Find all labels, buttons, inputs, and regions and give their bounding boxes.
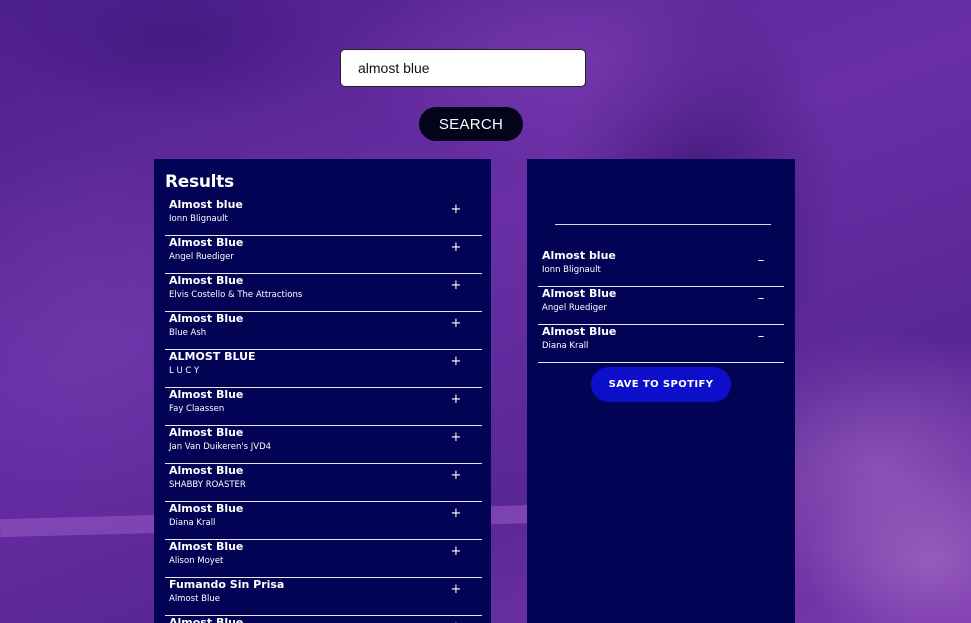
remove-track-button[interactable]: – [754,329,768,345]
track-row: ALMOST BLUE L U C Y + [165,350,482,388]
track-artist: Blue Ash [169,328,207,338]
track-row: Almost blue Ionn Blignault + [165,198,482,236]
track-row: Almost Blue Angel Ruediger – [538,287,784,325]
results-title: Results [165,172,234,192]
track-artist: Almost Blue [169,594,220,604]
track-name: ALMOST BLUE [169,350,256,363]
track-artist: Fay Claassen [169,404,225,414]
track-name: Fumando Sin Prisa [169,578,285,591]
track-artist: Jan Van Duikeren's JVD4 [169,442,272,452]
search-results-panel: Results Almost blue Ionn Blignault + Almost… [154,159,491,623]
track-row: Almost Blue Jan Van Duikeren's JVD4 + [165,426,482,464]
track-artist: SHABBY ROASTER [169,480,246,490]
track-name: Almost blue [542,249,616,262]
track-artist: Diana Krall [542,341,589,351]
track-name: Almost blue [169,198,243,211]
save-to-spotify-button[interactable]: SAVE TO SPOTIFY [591,367,731,402]
track-row: Almost Blue Alison Moyet + [165,540,482,578]
track-name: Almost Blue [542,287,617,300]
remove-track-button[interactable]: – [754,253,768,269]
track-artist: Ionn Blignault [169,214,228,224]
remove-track-button[interactable]: – [754,291,768,307]
add-track-button[interactable]: + [449,316,463,332]
track-row: Almost Blue Blue Ash + [165,312,482,350]
add-track-button[interactable]: + [449,582,463,598]
track-name: Almost Blue [169,312,244,325]
track-row: Almost Blue SHABBY ROASTER + [165,464,482,502]
track-artist: Ionn Blignault [542,265,601,275]
track-row: Almost Blue Angel Ruediger + [165,236,482,274]
track-name: Almost Blue [169,426,244,439]
track-artist: Angel Ruediger [542,303,607,313]
add-track-button[interactable]: + [449,544,463,560]
track-artist: Elvis Costello & The Attractions [169,290,303,300]
track-name: Almost Blue [542,325,617,338]
track-row: Almost Blue Fay Claassen + [165,388,482,426]
playlist-name-input[interactable] [555,189,771,225]
search-button[interactable]: SEARCH [419,107,523,141]
track-artist: L U C Y [169,366,200,376]
add-track-button[interactable]: + [449,468,463,484]
track-name: Almost Blue [169,236,244,249]
track-name: Almost Blue [169,616,244,623]
track-artist: Diana Krall [169,518,216,528]
track-name: Almost Blue [169,388,244,401]
results-track-list: Almost blue Ionn Blignault + Almost Blue Ang… [165,198,482,623]
playlist-track-list: Almost blue Ionn Blignault – Almost Blue Ang… [538,249,784,363]
add-track-button[interactable]: + [449,354,463,370]
track-name: Almost Blue [169,464,244,477]
track-name: Almost Blue [169,274,244,287]
add-track-button[interactable]: + [449,506,463,522]
track-name: Almost Blue [169,540,244,553]
search-input[interactable] [340,49,586,87]
track-row: Almost Blue Elvis Costello & The Attracti… [165,274,482,312]
track-row: Almost Blue+ [165,616,482,623]
add-track-button[interactable]: + [449,278,463,294]
add-track-button[interactable]: + [449,392,463,408]
playlist-panel: Almost blue Ionn Blignault – Almost Blue Ang… [527,159,795,623]
track-row: Almost blue Ionn Blignault – [538,249,784,287]
track-name: Almost Blue [169,502,244,515]
track-row: Almost Blue Diana Krall + [165,502,482,540]
track-row: Fumando Sin Prisa Almost Blue + [165,578,482,616]
add-track-button[interactable]: + [449,430,463,446]
track-artist: Angel Ruediger [169,252,234,262]
track-artist: Alison Moyet [169,556,224,566]
add-track-button[interactable]: + [449,202,463,218]
add-track-button[interactable]: + [449,240,463,256]
track-row: Almost Blue Diana Krall – [538,325,784,363]
